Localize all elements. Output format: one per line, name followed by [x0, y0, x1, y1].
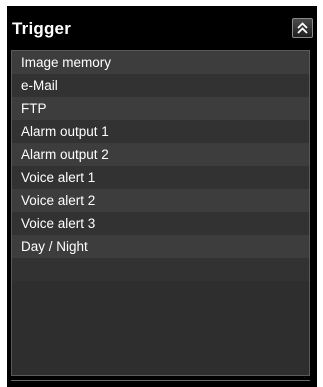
double-chevron-up-icon — [297, 22, 308, 34]
panel-title: Trigger — [12, 19, 72, 38]
trigger-list[interactable]: Image memory e-Mail FTP Alarm output 1 A… — [11, 50, 310, 376]
divider — [11, 380, 310, 381]
list-item-voice-alert-2[interactable]: Voice alert 2 — [12, 189, 309, 212]
panel-header: Trigger — [7, 6, 317, 46]
list-item-alarm-output-1[interactable]: Alarm output 1 — [12, 120, 309, 143]
list-item-voice-alert-1[interactable]: Voice alert 1 — [12, 166, 309, 189]
list-item-ftp[interactable]: FTP — [12, 97, 309, 120]
list-item-image-memory[interactable]: Image memory — [12, 51, 309, 74]
list-item-alarm-output-2[interactable]: Alarm output 2 — [12, 143, 309, 166]
trigger-panel: Trigger Image memory e-Mail FTP Alarm ou… — [7, 6, 317, 387]
list-item-day-night[interactable]: Day / Night — [12, 235, 309, 258]
collapse-button[interactable] — [292, 18, 313, 38]
list-item-e-mail[interactable]: e-Mail — [12, 74, 309, 97]
list-item-empty — [12, 258, 309, 281]
list-item-voice-alert-3[interactable]: Voice alert 3 — [12, 212, 309, 235]
